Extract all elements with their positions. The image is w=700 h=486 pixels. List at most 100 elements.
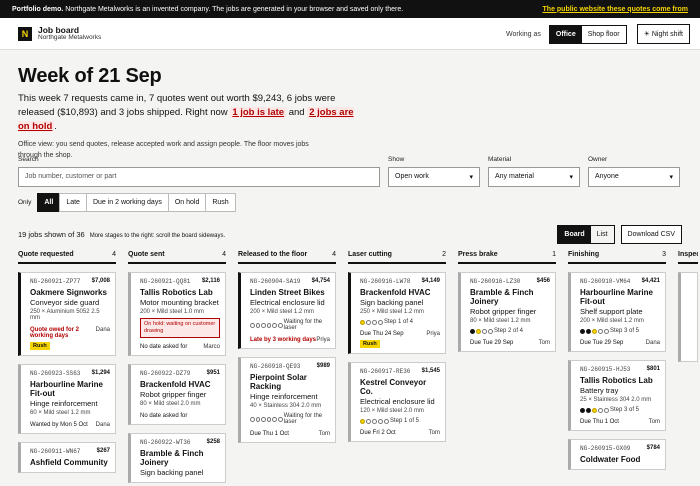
- material-spec: 200 × Mild steel 1.0 mm: [140, 309, 204, 315]
- job-card[interactable]: NG-260916-LW78 $4,149 Brackenfold HVAC Sign…: [348, 272, 446, 354]
- step-dot-icon: [604, 407, 609, 413]
- job-card-footer: Due Thu 1 Oct Tom: [580, 419, 660, 425]
- job-number: NG-260911-WN67: [30, 448, 81, 455]
- night-shift-button[interactable]: ☀ Night shift: [636, 24, 690, 44]
- job-card[interactable]: NG-260922-WT36 $258 Bramble & Finch Joiner…: [128, 433, 226, 483]
- step-dot-icon: [366, 319, 371, 325]
- part-description: Conveyor side guard: [30, 298, 100, 307]
- due-date: Due Tue 29 Sep: [470, 340, 514, 346]
- filter-all-button[interactable]: All: [37, 193, 61, 212]
- material-spec: 80 × Mild steel 1.2 mm: [470, 318, 531, 324]
- download-csv-button[interactable]: Download CSV: [620, 225, 682, 244]
- job-number: NG-260916-LW78: [360, 278, 411, 285]
- shop-floor-role-button[interactable]: Shop floor: [582, 26, 626, 43]
- job-price: $1,294: [91, 370, 110, 376]
- customer-name: Tallis Robotics Lab: [580, 376, 653, 385]
- job-number: NG-260916-LZ30: [470, 278, 521, 285]
- material-select[interactable]: Any material: [488, 167, 580, 187]
- filter-rush-button[interactable]: Rush: [205, 193, 236, 212]
- job-card[interactable]: NG-260904-SA19 $4,754 Linden Street Bikes E…: [238, 272, 336, 349]
- step-label: Step 2 of 4: [494, 328, 524, 334]
- step-dot-icon: [261, 416, 266, 422]
- material-spec: 40 × Stainless 304 2.0 mm: [250, 403, 322, 409]
- job-card-header: NG-260918-QE93 $989: [250, 363, 330, 370]
- job-card[interactable]: NG-260910-VM64 $4,421 Harbourline Marine F…: [568, 272, 666, 352]
- job-card[interactable]: NG-260917-RE36 $1,545 Kestrel Conveyor Co.…: [348, 362, 446, 442]
- column-header: Released to the floor 4: [238, 251, 336, 264]
- app-header: N Job board Northgate Metalworks Working…: [0, 18, 700, 50]
- step-dot-icon: [598, 407, 603, 413]
- public-website-link[interactable]: The public website these quotes come fro…: [543, 6, 688, 13]
- job-card-footer: Due Thu 1 Oct Tom: [250, 431, 330, 437]
- customer-name: Bramble & Finch Joinery: [140, 449, 204, 467]
- column-count: 3: [662, 251, 666, 258]
- job-card[interactable]: [678, 272, 698, 362]
- office-role-button[interactable]: Office: [549, 25, 582, 43]
- step-dot-icon: [255, 416, 261, 422]
- board-column: Quote requested 4 NG-260921-ZP77 $7,008 Oakm…: [18, 251, 116, 483]
- filter-late-button[interactable]: Late: [59, 193, 87, 212]
- job-price: $7,008: [91, 278, 110, 284]
- job-card-footer: Due Tue 29 Sep Dana: [580, 340, 660, 346]
- job-card[interactable]: NG-260921-ZP77 $7,008 Oakmere Signworks Con…: [18, 272, 116, 356]
- step-dot-icon: [255, 322, 261, 328]
- step-dot-icon: [476, 328, 481, 334]
- step-dot-icon: [278, 322, 283, 328]
- company-name: Northgate Metalworks: [38, 33, 102, 41]
- job-card-footer: Late by 3 working days Priya: [250, 337, 330, 343]
- step-dot-icon: [372, 319, 377, 325]
- step-dot-icon: [378, 418, 383, 424]
- material-spec: 200 × Mild steel 1.2 mm: [580, 318, 644, 324]
- job-number: NG-260904-SA19: [250, 278, 301, 285]
- board-column: Finishing 3 NG-260910-VM64 $4,421 Harbourlin…: [568, 251, 666, 483]
- step-dot-icon: [586, 328, 591, 334]
- step-progress: Step 2 of 4: [470, 328, 550, 334]
- due-date: Due Thu 1 Oct: [250, 431, 289, 437]
- show-select[interactable]: Open work: [388, 167, 480, 187]
- column-count: 4: [112, 251, 116, 258]
- step-label: Waiting for the laser: [283, 413, 323, 425]
- filter-on-hold-button[interactable]: On hold: [167, 193, 207, 212]
- job-card[interactable]: NG-260923-SS63 $1,294 Harbourline Marine F…: [18, 364, 116, 434]
- job-card[interactable]: NG-260922-DZ79 $951 Brackenfold HVAC Robot …: [128, 364, 226, 425]
- job-card-header: NG-260915-GX09 $784: [580, 445, 660, 452]
- job-card[interactable]: NG-260915-HJ53 $801 Tallis Robotics Lab Bat…: [568, 360, 666, 431]
- working-as-label: Working as: [505, 30, 541, 38]
- step-dot-icon: [250, 416, 255, 422]
- list-view-button[interactable]: List: [591, 226, 614, 243]
- job-price: $4,421: [641, 278, 660, 284]
- board-column: Laser cutting 2 NG-260916-LW78 $4,149 Bracke…: [348, 251, 446, 483]
- assignee: Priya: [316, 337, 330, 343]
- filter-due-soon-button[interactable]: Due in 2 working days: [85, 193, 169, 212]
- job-card[interactable]: NG-260915-GX09 $784 Coldwater Food: [568, 439, 666, 470]
- step-dot-icon: [360, 319, 365, 325]
- job-number: NG-260923-SS63: [30, 370, 81, 377]
- step-progress: Waiting for the laser: [250, 413, 330, 425]
- assignee: Dana: [95, 422, 110, 428]
- search-input[interactable]: Job number, customer or part: [18, 167, 380, 187]
- job-card[interactable]: NG-260916-LZ30 $456 Bramble & Finch Joiner…: [458, 272, 556, 352]
- assignee: Tom: [318, 431, 330, 437]
- job-card[interactable]: NG-260921-QQ81 $2,116 Tallis Robotics Lab M…: [128, 272, 226, 356]
- board-view-button[interactable]: Board: [558, 226, 591, 243]
- column-title: Released to the floor: [238, 251, 308, 258]
- late-warning: Quote owed for 2 working days: [30, 327, 80, 339]
- assignee: Marco: [203, 344, 220, 350]
- owner-select[interactable]: Anyone: [588, 167, 680, 187]
- step-dot-icon: [378, 319, 383, 325]
- step-progress: Step 3 of 5: [580, 407, 660, 413]
- late-warning: Late by 3 working days: [250, 337, 317, 343]
- part-description: Electrical enclosure lid: [360, 397, 435, 406]
- column-title: Quote requested: [18, 251, 74, 258]
- job-card[interactable]: NG-260918-QE93 $989 Pierpoint Solar Rackin…: [238, 357, 336, 443]
- step-label: Step 1 of 5: [390, 418, 420, 424]
- job-card-footer: Wanted by Mon 5 Oct Dana: [30, 422, 110, 428]
- customer-name: Coldwater Food: [580, 455, 641, 464]
- part-description: Motor mounting bracket: [140, 298, 219, 307]
- column-count: 4: [222, 251, 226, 258]
- job-card-header: NG-260921-ZP77 $7,008: [30, 278, 110, 285]
- job-number: NG-260921-ZP77: [30, 278, 81, 285]
- late-jobs-link[interactable]: 1 job is late: [230, 107, 287, 118]
- job-card[interactable]: NG-260911-WN67 $267 Ashfield Community: [18, 442, 116, 473]
- part-description: Electrical enclosure lid: [250, 298, 325, 307]
